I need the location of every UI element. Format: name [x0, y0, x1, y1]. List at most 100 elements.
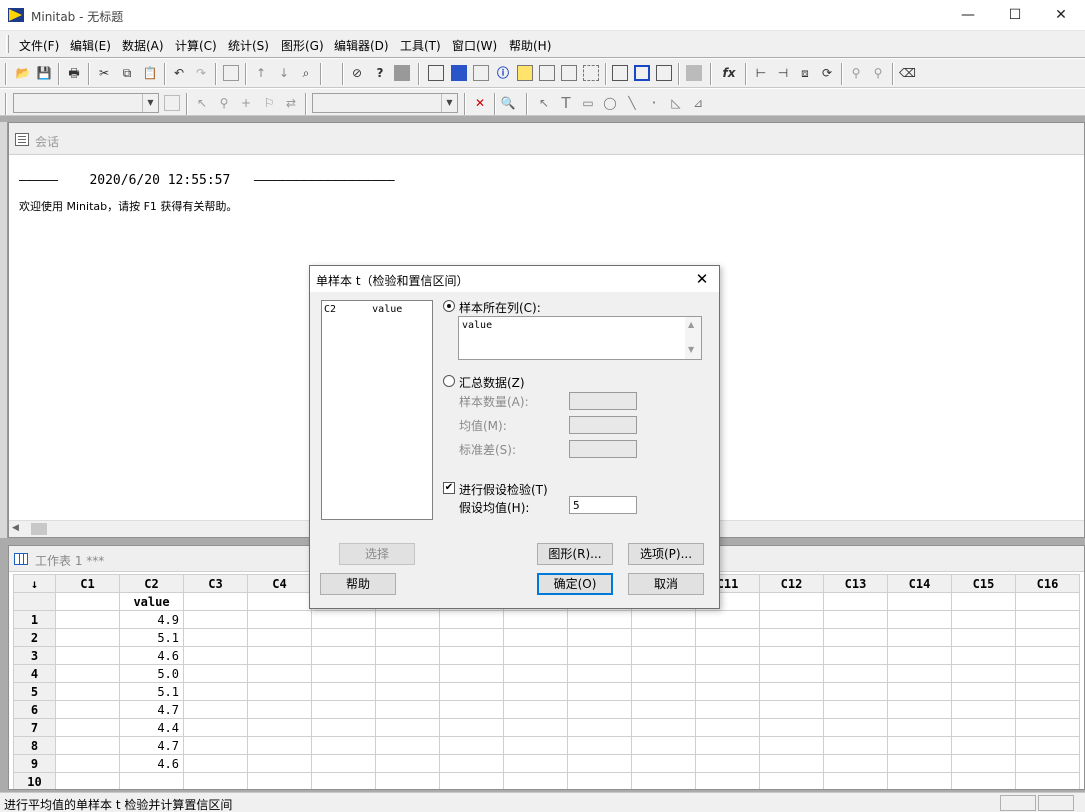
column-header[interactable]: C2: [119, 574, 184, 593]
copy-icon[interactable]: ⧉: [119, 65, 135, 81]
data-cell[interactable]: [503, 646, 568, 665]
data-cell[interactable]: [951, 736, 1016, 755]
chevron-down-icon[interactable]: ▼: [441, 94, 457, 112]
data-cell[interactable]: [55, 754, 120, 773]
data-cell[interactable]: [183, 664, 248, 683]
options-button[interactable]: 选项(P)...: [628, 543, 704, 565]
data-cell[interactable]: [631, 646, 696, 665]
data-cell[interactable]: [1015, 772, 1080, 789]
history-icon[interactable]: [612, 65, 628, 81]
line-tool-icon[interactable]: ╲: [624, 95, 640, 111]
calculator-icon[interactable]: [327, 65, 343, 81]
data-cell[interactable]: [247, 754, 312, 773]
data-cell[interactable]: [311, 772, 376, 789]
menu-editor[interactable]: 编辑器(D): [334, 37, 389, 54]
column-name-cell[interactable]: [1015, 592, 1080, 611]
close-graphs-icon[interactable]: [686, 65, 702, 81]
row-number[interactable]: 4: [13, 664, 56, 683]
worksheet-select-combo[interactable]: ▼: [312, 93, 458, 113]
chevron-down-icon[interactable]: ▼: [142, 94, 158, 112]
column-header[interactable]: C13: [823, 574, 888, 593]
data-cell[interactable]: [759, 700, 824, 719]
perform-hypothesis-test-checkbox[interactable]: ✔: [443, 482, 455, 494]
data-cell[interactable]: [951, 772, 1016, 789]
data-cell[interactable]: [951, 646, 1016, 665]
data-cell[interactable]: [695, 610, 760, 629]
data-cell[interactable]: [1015, 754, 1080, 773]
data-cell[interactable]: [567, 682, 632, 701]
data-cell[interactable]: [183, 772, 248, 789]
sample-size-field[interactable]: [569, 392, 637, 410]
data-cell[interactable]: [375, 754, 440, 773]
data-cell[interactable]: 5.0: [119, 664, 184, 683]
data-cell[interactable]: [631, 772, 696, 789]
columns-textarea[interactable]: value ▲ ▼: [458, 316, 702, 360]
data-cell[interactable]: [631, 628, 696, 647]
list-item[interactable]: C2 value: [324, 304, 402, 315]
data-cell[interactable]: [311, 754, 376, 773]
column-header[interactable]: C4: [247, 574, 312, 593]
column-name-cell[interactable]: [951, 592, 1016, 611]
minimize-button[interactable]: —: [945, 0, 991, 30]
chevron-up-icon[interactable]: ▲: [688, 320, 694, 329]
data-cell[interactable]: [55, 664, 120, 683]
data-cell[interactable]: [183, 682, 248, 701]
polyline-tool-icon[interactable]: ⊿: [690, 95, 706, 111]
fx-icon[interactable]: fx: [721, 65, 737, 81]
data-cell[interactable]: [951, 610, 1016, 629]
data-cell[interactable]: [887, 736, 952, 755]
data-cell[interactable]: [887, 754, 952, 773]
menu-stat[interactable]: 统计(S): [228, 37, 269, 54]
data-cell[interactable]: [759, 772, 824, 789]
data-cell[interactable]: [503, 772, 568, 789]
ok-button[interactable]: 确定(O): [537, 573, 613, 595]
data-cell[interactable]: [567, 772, 632, 789]
row-number[interactable]: 7: [13, 718, 56, 737]
data-cell[interactable]: [567, 700, 632, 719]
polygon-tool-icon[interactable]: ◺: [668, 95, 684, 111]
arrow-down-icon[interactable]: ↓: [276, 65, 292, 81]
data-cell[interactable]: [951, 664, 1016, 683]
data-cell[interactable]: 4.4: [119, 718, 184, 737]
column-name-cell[interactable]: value: [119, 592, 184, 611]
data-cell[interactable]: [951, 682, 1016, 701]
help-icon[interactable]: ?: [372, 65, 388, 81]
column-name-cell[interactable]: [823, 592, 888, 611]
row-number[interactable]: 2: [13, 628, 56, 647]
data-cell[interactable]: [439, 646, 504, 665]
std-field[interactable]: [569, 440, 637, 458]
data-cell[interactable]: [247, 736, 312, 755]
data-cell[interactable]: [823, 718, 888, 737]
column-name-cell[interactable]: [887, 592, 952, 611]
column-header[interactable]: C14: [887, 574, 952, 593]
cancel-button[interactable]: 取消: [628, 573, 704, 595]
data-cell[interactable]: [375, 718, 440, 737]
data-cell[interactable]: [759, 646, 824, 665]
data-cell[interactable]: [311, 664, 376, 683]
data-cell[interactable]: [887, 700, 952, 719]
data-cell[interactable]: [823, 700, 888, 719]
data-cell[interactable]: [55, 700, 120, 719]
data-cell[interactable]: [375, 646, 440, 665]
data-cell[interactable]: [759, 718, 824, 737]
data-cell[interactable]: [887, 646, 952, 665]
data-cell[interactable]: [311, 628, 376, 647]
data-cell[interactable]: [631, 718, 696, 737]
samples-in-columns-radio[interactable]: [443, 300, 455, 312]
data-cell[interactable]: [631, 754, 696, 773]
data-cell[interactable]: [1015, 718, 1080, 737]
row-number[interactable]: 1: [13, 610, 56, 629]
data-cell[interactable]: [183, 610, 248, 629]
graphs-button[interactable]: 图形(R)...: [537, 543, 613, 565]
data-cell[interactable]: [311, 610, 376, 629]
data-cell[interactable]: [1015, 628, 1080, 647]
data-cell[interactable]: [375, 772, 440, 789]
link-icon[interactable]: ⧈: [797, 65, 813, 81]
help-button[interactable]: 帮助: [320, 573, 396, 595]
column-name-cell[interactable]: [183, 592, 248, 611]
data-cell[interactable]: [631, 700, 696, 719]
column-header[interactable]: C1: [55, 574, 120, 593]
column-name-cell[interactable]: [55, 592, 120, 611]
row-number[interactable]: 10: [13, 772, 56, 789]
data-cell[interactable]: [823, 736, 888, 755]
